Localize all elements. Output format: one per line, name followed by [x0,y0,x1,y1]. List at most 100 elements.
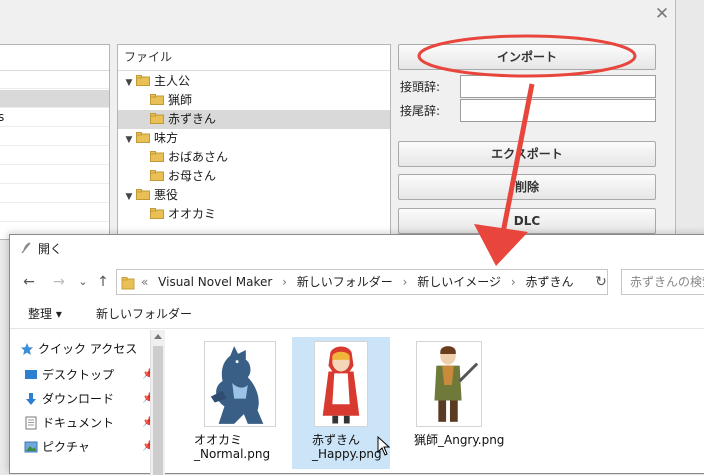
nav-item-quick-access[interactable]: クイック アクセス [21,338,138,360]
list-item[interactable] [0,204,109,222]
recent-locations-icon[interactable]: ⌄ [74,273,92,291]
file-name: 赤ずきん _Happy.png [312,433,408,461]
tree-item[interactable]: オオカミ [118,205,390,224]
file-panel-header: ファイル [118,45,390,71]
file-name-line: オオカミ [194,433,243,447]
forward-arrow-icon[interactable]: → [50,273,68,291]
search-input[interactable]: 赤ずきんの検索 [621,269,704,295]
prefix-input[interactable] [460,75,656,98]
file-name-line: 赤ずきん [312,433,361,447]
scroll-thumb[interactable] [153,346,163,475]
nav-pane-scrollbar[interactable] [150,330,165,475]
list-item[interactable] [0,71,109,89]
tree-item[interactable]: 猟師 [118,91,390,110]
suffix-label: 接尾辞: [400,104,441,118]
folder-icon [121,277,135,290]
file-thumbnail [416,341,482,427]
import-button[interactable]: インポート [398,44,656,70]
address-bar[interactable]: « Visual Novel Maker › 新しいフォルダー › 新しいイメー… [116,269,608,295]
file-name: オオカミ _Normal.png [194,433,290,461]
list-item[interactable]: s [0,109,109,127]
wolf-character-icon [210,346,264,424]
prefix-label: 接頭辞: [400,80,441,94]
tree-item[interactable]: 赤ずきん [118,110,390,129]
navigation-pane: クイック アクセス デスクトップ 📌 ダウンロード 📌 ドキュメント 📌 ピクチ… [10,330,166,475]
file-name-line: _Happy.png [312,447,382,461]
list-item[interactable] [0,147,109,165]
picture-icon [24,441,38,453]
breadcrumb-separator[interactable]: › [282,275,287,289]
list-item[interactable] [0,166,109,184]
list-item[interactable] [0,185,109,203]
tree-item-label: 悪役 [154,188,179,202]
organize-menu[interactable]: 整理 ▾ [28,305,62,323]
breadcrumb-item[interactable]: 新しいフォルダー [297,275,393,289]
download-icon [26,393,36,405]
delete-button[interactable]: 削除 [398,174,656,200]
breadcrumb: « Visual Novel Maker › 新しいフォルダー › 新しいイメー… [141,270,580,294]
tree-item[interactable]: お母さん [118,167,390,186]
list-item[interactable] [0,90,109,108]
tree-item[interactable]: おばあさん [118,148,390,167]
category-list-header [0,45,109,71]
scroll-up-icon[interactable] [154,334,162,339]
desktop-icon [25,370,37,379]
breadcrumb-item[interactable]: Visual Novel Maker [158,275,272,289]
refresh-icon[interactable]: ↻ [592,273,610,291]
breadcrumb-separator[interactable]: › [511,275,516,289]
suffix-input[interactable] [460,99,656,122]
folder-icon [150,113,164,124]
file-name-line: 猟師_Angry.png [414,433,505,447]
back-arrow-icon[interactable]: ← [20,273,38,291]
hunter-character-icon [434,346,479,422]
file-item-wolf[interactable]: オオカミ _Normal.png [188,337,292,469]
nav-item-label: クイック アクセス [38,342,138,356]
close-icon[interactable]: ✕ [652,4,672,24]
breadcrumb-item[interactable]: 新しいイメージ [417,275,501,289]
tree-item-label: 主人公 [154,74,191,88]
nav-item-documents[interactable]: ドキュメント 📌 [25,412,154,434]
nav-item-desktop[interactable]: デスクトップ 📌 [25,364,154,386]
breadcrumb-separator[interactable]: › [403,275,408,289]
tree-item-label: 猟師 [168,93,193,107]
mouse-cursor-icon [377,436,391,456]
file-tree-panel: ファイル ▼ 主人公猟師赤ずきん ▼ 味方おばあさんお母さん ▼ 悪役オオカミ [117,44,391,240]
file-item-hunter[interactable]: 猟師_Angry.png [402,337,512,469]
dialog-title: 開く [38,242,63,256]
tree-item[interactable]: ▼ 悪役 [118,186,390,205]
red-hood-character-icon [322,346,360,424]
tree-item-label: おばあさん [168,150,229,164]
tree-item[interactable]: ▼ 主人公 [118,72,390,91]
file-item-red-hood[interactable]: 赤ずきん _Happy.png [292,337,390,469]
breadcrumb-item[interactable]: 赤ずきん [526,275,574,289]
tree-item-label: オオカミ [168,207,217,221]
nav-item-label: ピクチャ [42,440,90,454]
file-thumbnail [204,341,276,427]
document-icon [25,416,37,430]
tree-item-label: 味方 [154,131,179,145]
nav-item-downloads[interactable]: ダウンロード 📌 [26,388,154,410]
list-item[interactable] [0,128,109,146]
command-toolbar: 整理 ▾ 新しいフォルダー [10,299,704,329]
breadcrumb-overflow[interactable]: « [141,275,148,289]
new-folder-button[interactable]: 新しいフォルダー [96,305,192,323]
file-name-line: _Normal.png [194,447,271,461]
list-item-label: s [0,110,5,124]
export-button[interactable]: エクスポート [398,141,656,167]
up-arrow-icon[interactable]: ↑ [94,273,112,291]
folder-icon [136,75,150,86]
nav-item-pictures[interactable]: ピクチャ 📌 [24,436,154,458]
star-icon [21,343,33,355]
tree-item[interactable]: ▼ 味方 [118,129,390,148]
nav-item-label: ダウンロード [42,392,115,406]
file-thumbnail [314,341,368,427]
nav-item-label: ドキュメント [42,416,115,430]
folder-icon [136,189,150,200]
folder-icon [136,132,150,143]
dlc-button[interactable]: DLC [398,208,656,234]
folder-icon [150,94,164,105]
category-list: s [0,44,110,240]
tree-item-label: 赤ずきん [168,112,217,126]
navigation-bar: ← → ⌄ ↑ « Visual Novel Maker › 新しいフォルダー … [10,265,704,299]
folder-icon [150,151,164,162]
